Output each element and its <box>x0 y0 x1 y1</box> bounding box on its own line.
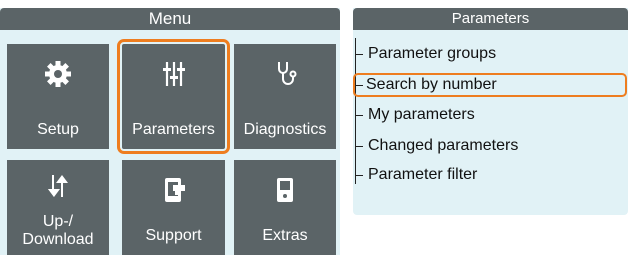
up-download-label: Up-/ Download <box>7 213 109 249</box>
param-item-my-parameters[interactable]: My parameters <box>355 103 626 127</box>
up-down-arrows-icon <box>7 170 109 202</box>
tree-tick <box>355 85 363 86</box>
param-item-label: Parameter filter <box>368 166 478 183</box>
extras-tile[interactable]: Extras <box>234 160 336 255</box>
tree-tick <box>355 175 363 176</box>
param-item-label: Search by number <box>366 76 497 93</box>
parameters-tile[interactable]: Parameters <box>117 39 230 154</box>
up-download-label-line2: Download <box>22 231 94 248</box>
setup-label: Setup <box>37 121 79 138</box>
parameters-panel-title: Parameters <box>353 8 628 30</box>
param-item-changed-parameters[interactable]: Changed parameters <box>355 134 626 158</box>
param-item-label: Parameter groups <box>368 45 497 62</box>
support-tile[interactable]: Support <box>122 160 225 255</box>
param-item-parameter-groups[interactable]: Parameter groups <box>355 42 626 66</box>
stethoscope-icon <box>234 58 336 90</box>
support-label: Support <box>145 227 202 244</box>
sliders-icon <box>122 58 225 90</box>
param-item-search-by-number[interactable]: Search by number <box>353 73 627 97</box>
diagnostics-label: Diagnostics <box>243 121 327 138</box>
gear-icon <box>7 58 109 90</box>
parameters-label: Parameters <box>132 121 215 138</box>
extras-label: Extras <box>262 227 308 244</box>
param-item-parameter-filter[interactable]: Parameter filter <box>355 163 626 187</box>
menu-title: Menu <box>0 8 340 30</box>
setup-tile[interactable]: Setup <box>7 44 109 149</box>
media-player-icon <box>234 174 336 206</box>
tree-tick <box>355 115 363 116</box>
param-item-label: My parameters <box>368 106 475 123</box>
up-download-label-line1: Up-/ <box>42 213 74 230</box>
tree-tick <box>355 54 363 55</box>
diagnostics-tile[interactable]: Diagnostics <box>234 44 336 149</box>
support-icon <box>122 174 225 206</box>
tree-tick <box>355 146 363 147</box>
parameters-panel: Parameters Parameter groups Search by nu… <box>353 8 628 215</box>
menu-panel: Menu Setup Parameters Diagnostics Up-/ D… <box>0 8 340 255</box>
param-item-label: Changed parameters <box>368 137 519 154</box>
up-download-tile[interactable]: Up-/ Download <box>7 160 109 255</box>
